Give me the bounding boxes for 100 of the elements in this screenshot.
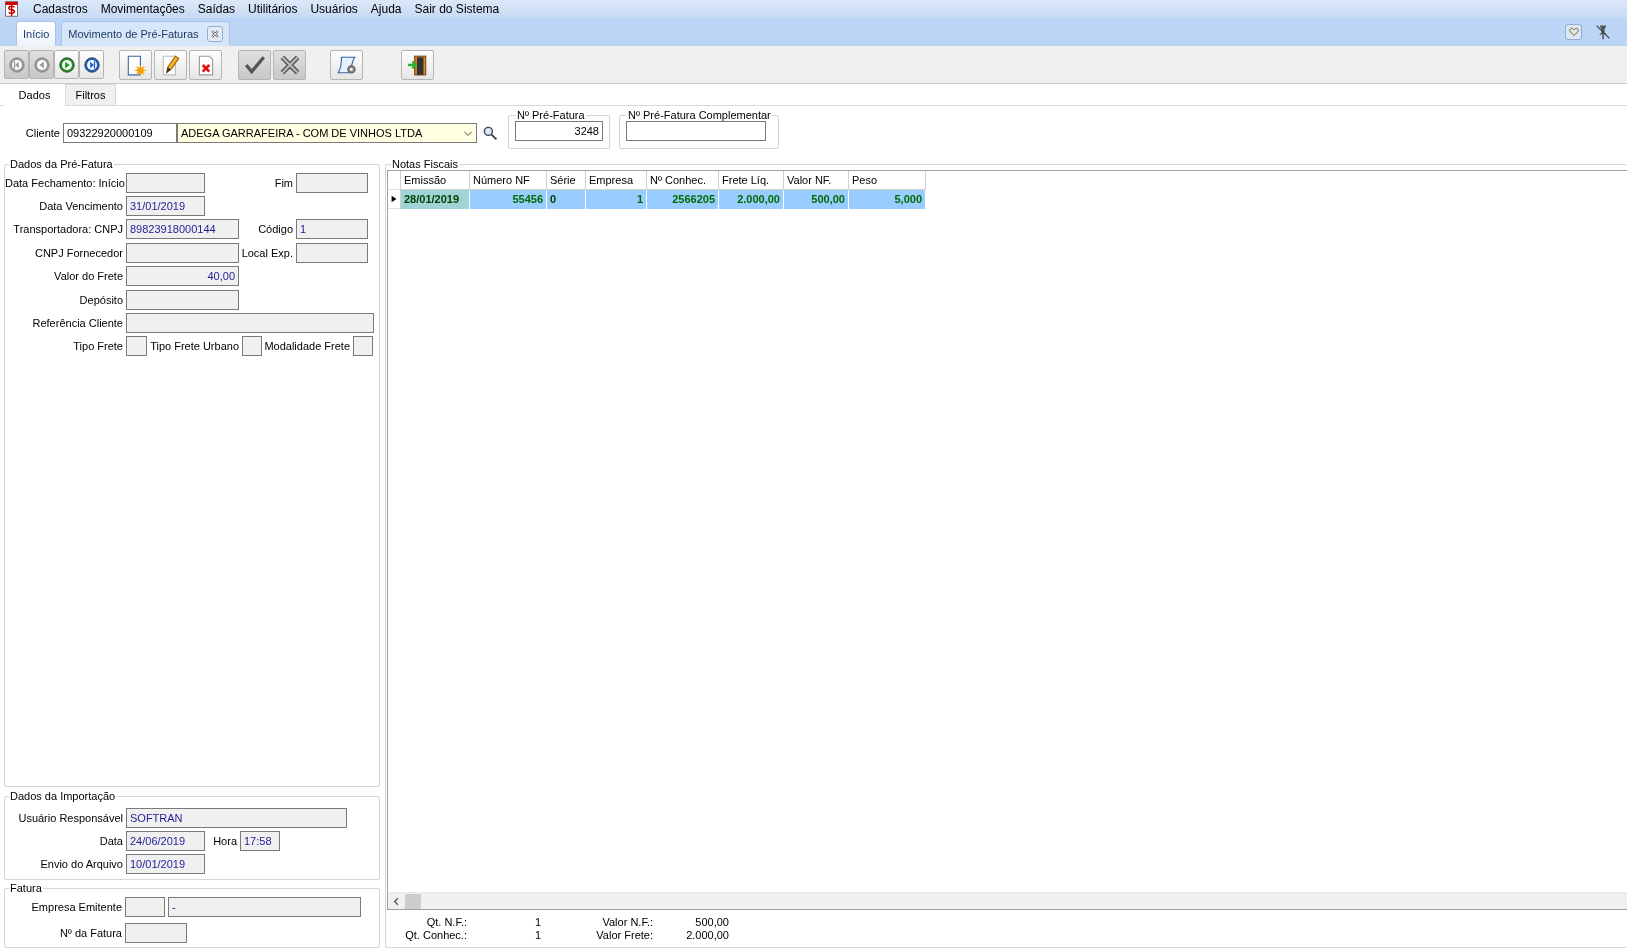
field-label: Modalidade Frete — [263, 340, 351, 353]
input-field[interactable]: 17:58 — [240, 830, 280, 851]
input-field[interactable] — [296, 172, 368, 193]
checkmark-icon — [243, 53, 266, 76]
total-value: 2.000,00 — [685, 929, 729, 941]
field-label: Data — [98, 834, 124, 847]
tab[interactable]: Filtros — [65, 84, 116, 105]
column-header[interactable]: Frete Líq. — [719, 171, 784, 190]
field-label: Envio do Arquivo — [39, 857, 124, 870]
column-header[interactable]: Empresa — [586, 171, 647, 190]
input-field[interactable]: 24/06/2019 — [126, 830, 205, 851]
input-field[interactable] — [126, 289, 239, 310]
table-cell: 5,000 — [849, 190, 926, 209]
next-button[interactable] — [54, 50, 79, 79]
menu-item[interactable]: Usuários — [310, 2, 358, 16]
menu-item[interactable]: Movimentações — [100, 2, 185, 16]
field-label: Valor do Frete — [53, 270, 124, 283]
input-field[interactable] — [125, 923, 187, 943]
table-cell: 28/01/2019 — [401, 190, 470, 209]
input-field[interactable]: 3248 — [515, 121, 603, 141]
menu-item[interactable]: Saídas — [197, 2, 236, 16]
input-field[interactable] — [126, 313, 374, 334]
group-title: Nº Pré-Fatura Complementar — [627, 109, 772, 121]
scroll-thumb[interactable] — [405, 893, 421, 909]
input-field[interactable]: - — [168, 897, 361, 917]
table-cell: 2.000,00 — [719, 190, 784, 209]
tab[interactable]: Movimento de Pré-Faturas — [61, 21, 230, 46]
table-cell: 1 — [586, 190, 647, 209]
total-label: Valor N.F.: — [601, 916, 653, 928]
delete-button[interactable] — [189, 49, 222, 80]
field-label: Referência Cliente — [31, 317, 124, 330]
field-label: Código — [257, 223, 294, 236]
column-header[interactable]: Série — [547, 171, 586, 190]
input-field[interactable]: 09322920000109 — [63, 123, 177, 143]
total-value: 1 — [533, 916, 541, 928]
app-logo-icon — [4, 1, 20, 17]
field-label: Hora — [212, 834, 238, 847]
table-row[interactable]: 28/01/2019 55456 0 1 2566205 2.000,00 500,00 5,000 — [388, 190, 1627, 209]
field-label: Local Exp. — [240, 246, 294, 259]
column-header[interactable]: Número NF — [470, 171, 547, 190]
input-field[interactable]: 31/01/2019 — [126, 196, 205, 217]
field-label: Fim — [273, 176, 294, 189]
menu-item[interactable]: Cadastros — [33, 2, 88, 16]
input-field[interactable]: SOFTRAN — [126, 807, 347, 828]
menu-item[interactable]: Utilitários — [248, 2, 298, 16]
skip-forward-icon — [82, 55, 101, 74]
tab[interactable]: Início — [16, 21, 57, 46]
field-label: Tipo Frete — [72, 340, 124, 353]
group-title: Dados da Pré-Fatura — [9, 158, 114, 170]
close-icon — [209, 29, 220, 39]
close-button[interactable] — [206, 26, 223, 42]
field-label: Tipo Frete Urbano — [149, 340, 240, 353]
input-field[interactable]: 40,00 — [126, 266, 239, 287]
menu-item[interactable]: Ajuda — [370, 2, 402, 16]
field-label: Empresa Emitente — [30, 901, 123, 913]
report-button[interactable] — [330, 49, 363, 80]
total-label: Qt. N.F.: — [425, 916, 467, 928]
input-field[interactable] — [126, 242, 239, 263]
scrollbar[interactable] — [388, 892, 1627, 909]
edit-button[interactable] — [154, 49, 187, 80]
input-field[interactable] — [626, 121, 766, 141]
new-button[interactable] — [119, 49, 152, 80]
field-label: Usuário Responsável — [17, 811, 124, 824]
table-cell: 0 — [547, 190, 586, 209]
last-button[interactable] — [79, 50, 104, 79]
total-label: Valor Frete: — [595, 929, 653, 941]
input-field[interactable] — [296, 242, 368, 263]
input-field[interactable] — [125, 897, 165, 917]
x-icon — [278, 53, 301, 76]
search-icon[interactable] — [482, 125, 498, 141]
menu-item[interactable]: Sair do Sistema — [414, 2, 500, 16]
favorites-button[interactable] — [1565, 24, 1582, 40]
input-field[interactable]: 1 — [296, 219, 368, 240]
input-field[interactable] — [126, 336, 147, 357]
field-label: Cliente — [24, 127, 61, 139]
input-field[interactable]: 89823918000144 — [126, 219, 239, 240]
group-title: Fatura — [9, 882, 43, 894]
column-header[interactable]: Emissão — [401, 171, 470, 190]
play-icon — [57, 55, 76, 74]
exit-button[interactable] — [401, 49, 434, 80]
column-header[interactable]: Valor NF. — [784, 171, 849, 190]
unpin-icon[interactable] — [1594, 24, 1612, 40]
input-field[interactable] — [126, 172, 205, 193]
input-field[interactable]: 10/01/2019 — [126, 853, 205, 874]
total-value: 500,00 — [694, 916, 729, 928]
field-label: Data Fechamento: Início — [5, 176, 126, 189]
column-header[interactable]: Nº Conhec. — [647, 171, 719, 190]
group-title: Dados da Importação — [9, 790, 117, 802]
group-title: Notas Fiscais — [391, 158, 460, 170]
column-header[interactable]: Peso — [849, 171, 926, 190]
field-label: Depósito — [78, 293, 124, 306]
field-label: CNPJ Fornecedor — [33, 246, 124, 259]
input-field[interactable] — [242, 336, 262, 357]
field-label: Nº da Fatura — [58, 927, 123, 939]
row-pointer-icon — [390, 194, 398, 204]
input-field[interactable] — [353, 336, 373, 357]
table-cell: 55456 — [470, 190, 547, 209]
client-dropdown[interactable]: ADEGA GARRAFEIRA - COM DE VINHOS LTDA — [177, 123, 477, 143]
group-title: Nº Pré-Fatura — [516, 109, 586, 121]
total-value: 1 — [533, 929, 541, 941]
